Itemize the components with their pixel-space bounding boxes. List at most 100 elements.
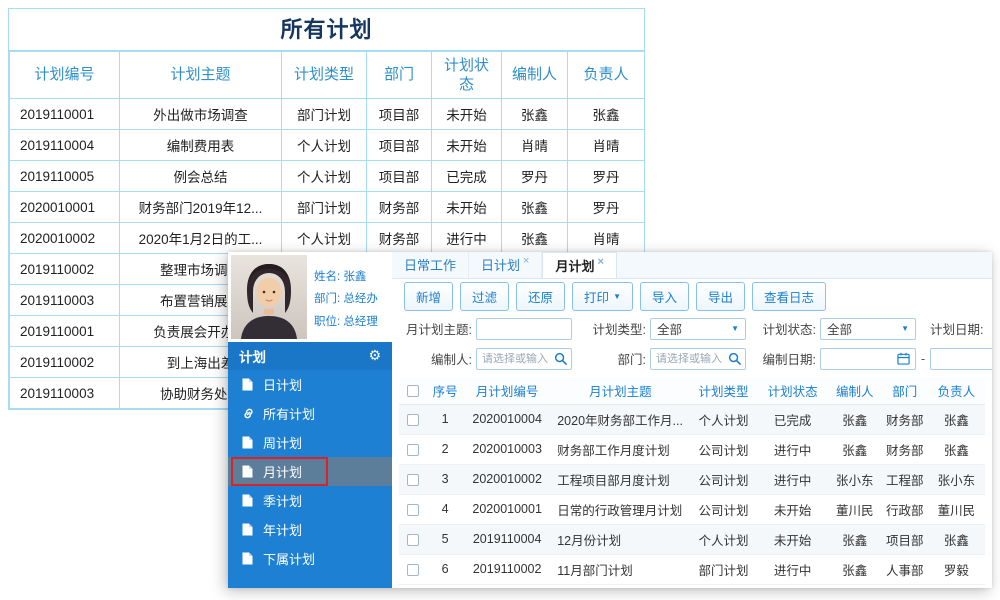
row-checkbox[interactable] xyxy=(407,473,420,486)
sidebar-item-subordinate-plans[interactable]: 下属计划 xyxy=(228,544,392,573)
sidebar-item-monthly-plan[interactable]: 月计划 xyxy=(228,457,392,486)
plan-code-link[interactable]: 2020010003 xyxy=(463,434,552,465)
plan-status: 未开始 xyxy=(431,98,502,130)
profile-dept: 部门: 总经办 xyxy=(314,293,378,306)
sidebar-item-annual-plan[interactable]: 年计划 xyxy=(228,515,392,544)
dept-search-input[interactable] xyxy=(651,352,728,365)
plan-subject-link[interactable]: 12月份计划 xyxy=(551,524,690,555)
add-button[interactable]: 新增 xyxy=(404,282,454,311)
row-no: 2 xyxy=(427,434,464,465)
tab-daily-work[interactable]: 日常工作 xyxy=(392,252,470,278)
monthly-plan-table: 序号 月计划编号 月计划主题 计划类型 计划状态 编制人 部门 负责人 1 20… xyxy=(399,378,985,585)
plan-code: 2019110002 xyxy=(9,253,120,285)
author-search-input[interactable] xyxy=(477,352,554,365)
col-header-plan-code: 月计划编号 xyxy=(463,378,552,405)
plan-status: 未开始 xyxy=(757,494,828,525)
plan-status: 进行中 xyxy=(757,554,828,585)
author-link[interactable]: 张鑫 xyxy=(827,524,882,555)
table-row: 2019110004 编制费用表 个人计划 项目部 未开始 肖晴 肖晴 xyxy=(9,129,645,161)
row-checkbox[interactable] xyxy=(407,413,420,426)
plan-code: 2019110001 xyxy=(9,315,120,347)
plan-status: 已完成 xyxy=(757,404,828,435)
status-select[interactable]: 全部 ▼ xyxy=(820,317,916,340)
annotation-highlight-box: 月计划 xyxy=(231,457,329,486)
create-date-end-input[interactable] xyxy=(930,347,992,370)
plan-code-link[interactable]: 2019110002 xyxy=(463,554,552,585)
filter-button[interactable]: 过滤 xyxy=(460,282,510,311)
plan-dept: 行政部 xyxy=(881,494,928,525)
row-checkbox[interactable] xyxy=(407,533,420,546)
author-link[interactable]: 张鑫 xyxy=(827,554,882,585)
search-icon[interactable] xyxy=(728,352,741,365)
search-icon[interactable] xyxy=(554,352,567,365)
owner-link[interactable]: 张鑫 xyxy=(927,524,985,555)
author-link[interactable]: 张小东 xyxy=(827,464,882,495)
monthly-plan-header-row: 序号 月计划编号 月计划主题 计划类型 计划状态 编制人 部门 负责人 xyxy=(399,378,985,405)
owner-link[interactable]: 董川民 xyxy=(927,494,985,525)
plan-code: 2019110005 xyxy=(9,160,120,192)
row-checkbox[interactable] xyxy=(407,443,420,456)
view-log-button[interactable]: 查看日志 xyxy=(752,282,827,311)
plan-code-link[interactable]: 2020010001 xyxy=(463,494,552,525)
dept-search-box[interactable] xyxy=(650,347,746,370)
row-no: 1 xyxy=(427,404,464,435)
plan-code-link[interactable]: 2019110004 xyxy=(463,524,552,555)
plan-code: 2019110004 xyxy=(9,129,120,161)
plan-code: 2020010001 xyxy=(9,191,120,223)
gear-icon[interactable]: ⚙ xyxy=(368,348,381,364)
sidebar-item-weekly-plan[interactable]: 周计划 xyxy=(228,428,392,457)
row-no: 3 xyxy=(427,464,464,495)
plan-status: 未开始 xyxy=(757,524,828,555)
owner-link[interactable]: 张小东 xyxy=(927,464,985,495)
plan-date-filter-label: 计划日期: xyxy=(930,323,984,337)
tab-daily-plan[interactable]: 日计划 × xyxy=(469,252,543,278)
plan-subject-link[interactable]: 财务部工作月度计划 xyxy=(551,434,690,465)
type-select[interactable]: 全部 ▼ xyxy=(650,317,746,340)
sidebar-item-daily-plan[interactable]: 日计划 xyxy=(228,370,392,399)
plan-status: 进行中 xyxy=(431,222,502,254)
plan-code-link[interactable]: 2020010004 xyxy=(463,404,552,435)
col-header-author: 编制人 xyxy=(501,51,568,99)
select-all-checkbox[interactable] xyxy=(407,385,420,398)
export-button[interactable]: 导出 xyxy=(696,282,746,311)
owner-link[interactable]: 张鑫 xyxy=(927,434,985,465)
plan-subject-link[interactable]: 日常的行政管理月计划 xyxy=(551,494,690,525)
tab-bar: 日常工作 日计划 × 月计划 × xyxy=(392,252,992,279)
author-search-box[interactable] xyxy=(476,347,572,370)
author-link[interactable]: 张鑫 xyxy=(827,434,882,465)
plan-subject-link[interactable]: 11月部门计划 xyxy=(551,554,690,585)
close-icon[interactable]: × xyxy=(597,257,603,268)
table-row: 2019110001 外出做市场调查 部门计划 项目部 未开始 张鑫 张鑫 xyxy=(9,98,645,130)
plan-owner: 肖晴 xyxy=(567,129,645,161)
status-select-value: 全部 xyxy=(827,323,853,337)
plan-code: 2019110002 xyxy=(9,346,120,378)
col-header-plan-code: 计划编号 xyxy=(9,51,120,99)
plan-code: 2020010002 xyxy=(9,222,120,254)
row-checkbox[interactable] xyxy=(407,503,420,516)
plan-code-link[interactable]: 2020010002 xyxy=(463,464,552,495)
plan-type: 个人计划 xyxy=(689,404,758,435)
select-cell xyxy=(399,404,428,435)
owner-link[interactable]: 罗毅 xyxy=(927,554,985,585)
plan-type: 个人计划 xyxy=(689,524,758,555)
author-link[interactable]: 张鑫 xyxy=(827,404,882,435)
create-date-start-input[interactable] xyxy=(820,347,916,370)
row-checkbox[interactable] xyxy=(407,563,420,576)
restore-button[interactable]: 还原 xyxy=(516,282,566,311)
author-link[interactable]: 董川民 xyxy=(827,494,882,525)
document-icon xyxy=(242,552,255,565)
owner-link[interactable]: 张鑫 xyxy=(927,404,985,435)
calendar-icon[interactable] xyxy=(897,352,910,365)
sidebar-item-quarterly-plan[interactable]: 季计划 xyxy=(228,486,392,515)
import-button[interactable]: 导入 xyxy=(639,282,689,311)
sidebar: 姓名: 张鑫 部门: 总经办 职位: 总经理 计划 ⚙ 日计划 所有计划 周计划… xyxy=(228,252,392,588)
filter-row-2: 编制人: 部门: 编制日期: xyxy=(392,345,992,372)
col-header-dept: 部门 xyxy=(366,51,432,99)
print-button[interactable]: 打印 ▼ xyxy=(572,282,633,311)
close-icon[interactable]: × xyxy=(523,256,529,267)
plan-subject-link[interactable]: 工程项目部月度计划 xyxy=(551,464,690,495)
plan-subject-link[interactable]: 2020年财务部工作月... xyxy=(551,404,690,435)
subject-filter-input[interactable] xyxy=(476,317,572,340)
sidebar-item-all-plans[interactable]: 所有计划 xyxy=(228,399,392,428)
tab-monthly-plan[interactable]: 月计划 × xyxy=(542,252,617,278)
